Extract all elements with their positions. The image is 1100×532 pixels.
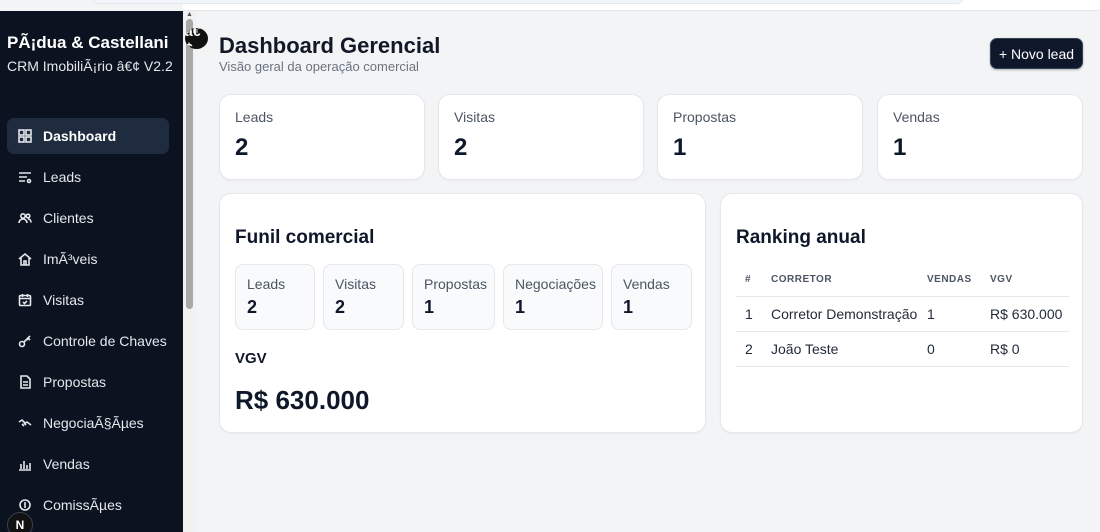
stat-label: Leads bbox=[235, 109, 274, 125]
funnel-step-value: 1 bbox=[623, 297, 634, 317]
funnel-step-label: Leads bbox=[247, 276, 286, 292]
sidebar-item-clientes[interactable]: Clientes bbox=[7, 200, 169, 236]
funnel-card: Funil comercial Leads 2 Visitas 2 Propos… bbox=[219, 193, 706, 433]
ranking-title: Ranking anual bbox=[736, 227, 866, 248]
sidebar-item-label: Propostas bbox=[43, 374, 107, 390]
sidebar: PÃ¡dua & Castellani CRM ImobiliÃ¡rio â€¢… bbox=[0, 11, 183, 532]
page-title: Dashboard Gerencial bbox=[219, 33, 441, 58]
sidebar-item-negociacoes[interactable]: NegociaÃ§Ãµes bbox=[7, 405, 169, 441]
cell-corretor: João Teste bbox=[762, 331, 918, 367]
stat-card-visitas: Visitas 2 bbox=[438, 94, 644, 180]
funnel-step-value: 2 bbox=[247, 297, 258, 317]
stat-value: 1 bbox=[893, 134, 907, 161]
funnel-step-value: 1 bbox=[424, 297, 435, 317]
stat-card-vendas: Vendas 1 bbox=[877, 94, 1083, 180]
funnel-step-value: 2 bbox=[335, 297, 346, 317]
sidebar-item-visitas[interactable]: Visitas bbox=[7, 282, 169, 318]
funnel-step-value: 1 bbox=[515, 297, 526, 317]
brand-name: PÃ¡dua & Castellani bbox=[7, 33, 169, 52]
funnel-step-leads: Leads 2 bbox=[235, 264, 315, 330]
funnel-step-propostas: Propostas 1 bbox=[412, 264, 495, 330]
browser-top-strip bbox=[93, 0, 1100, 11]
sidebar-item-label: Leads bbox=[43, 169, 82, 185]
filter-list-icon bbox=[18, 170, 32, 184]
sidebar-item-imoveis[interactable]: ImÃ³veis bbox=[7, 241, 169, 277]
stat-value: 1 bbox=[673, 134, 687, 161]
sidebar-item-label: Visitas bbox=[43, 292, 84, 308]
table-row: 1 Corretor Demonstração 1 R$ 630.000 bbox=[736, 296, 1069, 332]
funnel-step-label: Visitas bbox=[335, 276, 376, 292]
sidebar-item-label: Clientes bbox=[43, 210, 94, 226]
stat-value: 2 bbox=[235, 134, 249, 161]
top-search-bar[interactable] bbox=[93, 0, 963, 4]
sidebar-item-label: ComissÃµes bbox=[43, 497, 122, 513]
sidebar-nav: Dashboard Leads Clientes ImÃ³veis Visita… bbox=[7, 118, 169, 528]
ranking-card: Ranking anual # CORRETOR VENDAS VGV 1 Co… bbox=[720, 193, 1083, 433]
ranking-table: # CORRETOR VENDAS VGV 1 Corretor Demonst… bbox=[736, 264, 1069, 367]
new-lead-button[interactable]: + Novo lead bbox=[990, 38, 1083, 69]
cell-position: 1 bbox=[736, 296, 762, 332]
scroll-up-icon[interactable]: ▲ bbox=[186, 11, 193, 18]
page-subtitle: Visão geral da operação comercial bbox=[219, 59, 419, 74]
funnel-step-vendas: Vendas 1 bbox=[611, 264, 692, 330]
cell-corretor: Corretor Demonstração bbox=[762, 296, 918, 332]
coins-icon bbox=[18, 498, 32, 512]
sidebar-item-label: Controle de Chaves bbox=[43, 333, 167, 349]
brand-subtitle: CRM ImobiliÃ¡rio â€¢ V2.2 bbox=[7, 58, 173, 74]
cell-vgv: R$ 630.000 bbox=[981, 296, 1069, 332]
cell-vendas: 1 bbox=[918, 296, 981, 332]
key-icon bbox=[18, 334, 32, 348]
funnel-title: Funil comercial bbox=[235, 227, 375, 248]
sidebar-item-label: NegociaÃ§Ãµes bbox=[43, 415, 144, 431]
stat-card-propostas: Propostas 1 bbox=[657, 94, 863, 180]
column-header-vendas: VENDAS bbox=[918, 264, 981, 297]
sidebar-scrollbar[interactable]: ▲ bbox=[183, 11, 196, 532]
column-header-vgv: VGV bbox=[981, 264, 1069, 297]
handshake-icon bbox=[18, 416, 32, 430]
column-header-corretor: CORRETOR bbox=[762, 264, 918, 297]
sidebar-item-chaves[interactable]: Controle de Chaves bbox=[7, 323, 169, 359]
users-icon bbox=[18, 211, 32, 225]
sidebar-item-leads[interactable]: Leads bbox=[7, 159, 169, 195]
funnel-step-negociacoes: Negociações 1 bbox=[503, 264, 603, 330]
column-header-position: # bbox=[736, 264, 762, 297]
funnel-step-label: Vendas bbox=[623, 276, 670, 292]
stat-label: Visitas bbox=[454, 109, 495, 125]
sidebar-item-dashboard[interactable]: Dashboard bbox=[7, 118, 169, 154]
stat-value: 2 bbox=[454, 134, 468, 161]
collapse-badge[interactable]: â€¢ bbox=[185, 28, 208, 49]
avatar[interactable]: N bbox=[7, 512, 33, 532]
document-icon bbox=[18, 375, 32, 389]
stat-label: Vendas bbox=[893, 109, 940, 125]
bar-chart-icon bbox=[18, 457, 32, 471]
vgv-label: VGV bbox=[235, 350, 267, 367]
sidebar-item-vendas[interactable]: Vendas bbox=[7, 446, 169, 482]
sidebar-item-propostas[interactable]: Propostas bbox=[7, 364, 169, 400]
funnel-step-label: Propostas bbox=[424, 276, 488, 292]
sidebar-item-label: Vendas bbox=[43, 456, 90, 472]
stat-card-leads: Leads 2 bbox=[219, 94, 425, 180]
calendar-icon bbox=[18, 293, 32, 307]
brand: PÃ¡dua & Castellani CRM ImobiliÃ¡rio â€¢… bbox=[7, 32, 182, 75]
cell-vgv: R$ 0 bbox=[981, 331, 1069, 367]
home-icon bbox=[18, 252, 32, 266]
stat-label: Propostas bbox=[673, 109, 737, 125]
cell-position: 2 bbox=[736, 331, 762, 367]
sidebar-item-label: ImÃ³veis bbox=[43, 251, 98, 267]
table-header-row: # CORRETOR VENDAS VGV bbox=[736, 264, 1069, 297]
grid-icon bbox=[18, 129, 32, 143]
scrollbar-thumb[interactable] bbox=[186, 19, 193, 309]
cell-vendas: 0 bbox=[918, 331, 981, 367]
vgv-value: R$ 630.000 bbox=[235, 385, 370, 415]
sidebar-item-label: Dashboard bbox=[43, 128, 117, 144]
funnel-step-visitas: Visitas 2 bbox=[323, 264, 404, 330]
funnel-step-label: Negociações bbox=[515, 276, 596, 292]
table-row: 2 João Teste 0 R$ 0 bbox=[736, 331, 1069, 367]
